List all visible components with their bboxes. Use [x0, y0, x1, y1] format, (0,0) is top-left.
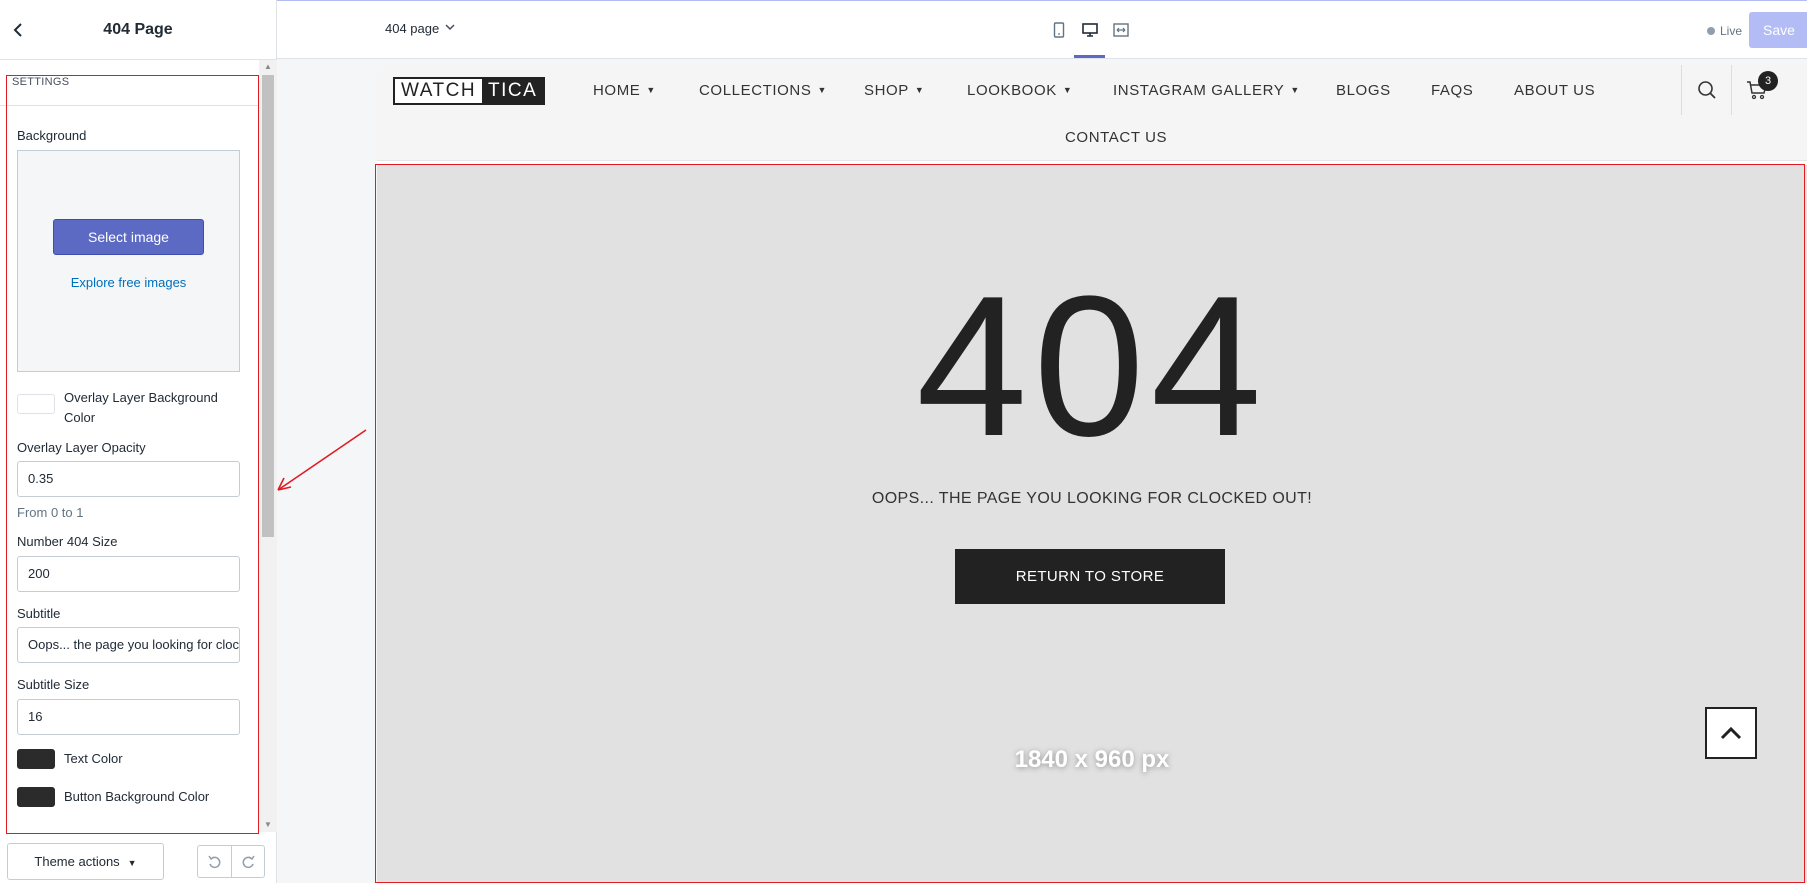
mobile-icon: [1053, 22, 1064, 38]
live-status: Live: [1707, 24, 1742, 38]
store-cart-button[interactable]: 3: [1731, 65, 1781, 115]
full-width-view-button[interactable]: [1105, 1, 1136, 59]
background-image-picker: Select image Explore free images: [17, 149, 240, 372]
mobile-view-button[interactable]: [1043, 1, 1074, 59]
nav-item-contact-us[interactable]: CONTACT US: [1065, 129, 1167, 146]
chevron-down-icon: ▼: [914, 85, 925, 95]
overlay-opacity-label: Overlay Layer Opacity: [17, 439, 146, 455]
image-placeholder-size: 1840 x 960 px: [1014, 746, 1170, 773]
nav-item-blogs[interactable]: BLOGS: [1336, 82, 1391, 99]
overlay-color-label: Overlay Layer Background Color: [64, 389, 218, 425]
nav-item-about-us[interactable]: ABOUT US: [1514, 82, 1595, 99]
chevron-down-icon: ▼: [646, 85, 656, 95]
background-label: Background: [17, 128, 87, 143]
text-color-setting: Text Color: [17, 748, 242, 769]
404-number: 404: [916, 255, 1268, 478]
settings-section-heading: SETTINGS: [0, 60, 277, 106]
editor-topbar: 404 page Live Save: [277, 0, 1807, 59]
nav-item-label: INSTAGRAM GALLERY: [1113, 82, 1285, 99]
undo-icon: [207, 855, 220, 868]
nav-item-label: CONTACT US: [1065, 129, 1168, 146]
page-selector[interactable]: 404 page: [385, 21, 455, 36]
nav-item-collections[interactable]: COLLECTIONS ▼: [699, 82, 827, 99]
button-bg-color-setting: Button Background Color: [17, 786, 242, 807]
explore-free-images-link[interactable]: Explore free images: [71, 275, 187, 290]
sidebar-header: 404 Page: [0, 0, 276, 60]
theme-actions-button[interactable]: Theme actions ▼: [7, 843, 164, 880]
overlay-opacity-help: From 0 to 1: [17, 505, 84, 521]
subtitle-size-label: Subtitle Size: [17, 677, 90, 693]
nav-item-instagram-gallery[interactable]: INSTAGRAM GALLERY ▼: [1113, 82, 1300, 99]
logo-text-right: TICA: [482, 79, 544, 103]
settings-sidebar: 404 Page SETTINGS Background Select imag…: [0, 0, 277, 883]
subtitle-size-input[interactable]: 16: [17, 698, 240, 735]
nav-item-lookbook[interactable]: LOOKBOOK ▼: [967, 82, 1072, 99]
number-size-input[interactable]: 200: [17, 555, 240, 592]
nav-item-faqs[interactable]: FAQS: [1431, 82, 1473, 99]
nav-item-home[interactable]: HOME ▼: [593, 82, 656, 99]
chevron-down-icon: ▼: [1062, 85, 1073, 95]
search-icon: [1697, 81, 1716, 99]
undo-button[interactable]: [198, 846, 231, 877]
text-color-swatch[interactable]: [17, 748, 55, 769]
404-subtitle: OOPS... THE PAGE YOU LOOKING FOR CLOCKED…: [871, 490, 1313, 507]
save-button[interactable]: Save: [1749, 12, 1807, 48]
live-label: Live: [1720, 24, 1743, 38]
store-preview: WATCH TICA HOME ▼ COLLECTIONS ▼ SHOP ▼ LOOK…: [377, 65, 1807, 883]
nav-item-label: LOOKBOOK: [967, 82, 1057, 99]
theme-editor: 404 Page SETTINGS Background Select imag…: [0, 0, 1807, 883]
chevron-left-icon: [13, 22, 22, 37]
undo-redo-group: [197, 845, 265, 878]
number-size-label: Number 404 Size: [17, 534, 118, 550]
nav-item-shop[interactable]: SHOP ▼: [864, 82, 924, 99]
annotation-arrow-icon: [277, 429, 367, 491]
caret-down-icon: ▼: [127, 858, 137, 868]
desktop-view-button[interactable]: [1074, 1, 1105, 59]
nav-item-label: COLLECTIONS: [699, 82, 812, 99]
chevron-down-icon: ▼: [1290, 85, 1300, 95]
store-search-button[interactable]: [1681, 65, 1731, 115]
overlay-color-swatch[interactable]: [17, 393, 55, 414]
button-bg-color-swatch[interactable]: [17, 786, 55, 807]
store-header: WATCH TICA HOME ▼ COLLECTIONS ▼ SHOP ▼ LOOK…: [377, 65, 1807, 161]
overlay-opacity-input[interactable]: 0.35: [17, 461, 240, 498]
return-to-store-button[interactable]: RETURN TO STORE: [955, 549, 1225, 604]
text-color-label: Text Color: [64, 750, 123, 766]
scroll-down-arrow-icon[interactable]: ▼: [259, 818, 277, 832]
settings-panel: SETTINGS Background Select image Explore…: [0, 60, 277, 840]
logo-text-left: WATCH: [395, 79, 483, 103]
desktop-icon: [1081, 23, 1098, 37]
back-to-top-button[interactable]: [1705, 707, 1757, 759]
back-button[interactable]: [0, 0, 36, 60]
subtitle-input[interactable]: Oops... the page you looking for clocked…: [17, 627, 240, 664]
sidebar-footer: Theme actions ▼: [0, 840, 277, 883]
cart-count-badge: 3: [1758, 71, 1778, 91]
nav-item-label: ABOUT US: [1514, 82, 1596, 99]
scroll-up-arrow-icon[interactable]: ▲: [259, 60, 277, 74]
chevron-down-icon: ▼: [817, 85, 827, 95]
nav-item-label: HOME: [593, 82, 641, 99]
nav-item-label: SHOP: [864, 82, 909, 99]
chevron-down-icon: [445, 23, 455, 34]
nav-item-label: FAQS: [1431, 82, 1474, 99]
chevron-up-icon: [1720, 726, 1742, 740]
redo-icon: [242, 855, 255, 868]
theme-actions-label: Theme actions: [34, 854, 120, 869]
nav-item-label: BLOGS: [1336, 82, 1391, 99]
full-width-icon: [1112, 23, 1129, 37]
404-hero: 404 OOPS... THE PAGE YOU LOOKING FOR CLO…: [377, 165, 1807, 883]
subtitle-label: Subtitle: [17, 605, 61, 621]
page-selector-label: 404 page: [385, 21, 440, 36]
sidebar-title: 404 Page: [103, 20, 173, 38]
store-logo[interactable]: WATCH TICA: [393, 77, 546, 105]
button-bg-color-label: Button Background Color: [64, 788, 210, 804]
live-dot-icon: [1707, 27, 1715, 35]
device-toggle: [1043, 1, 1136, 59]
select-image-button[interactable]: Select image: [53, 218, 204, 255]
redo-button[interactable]: [231, 846, 264, 877]
overlay-color-setting: Overlay Layer Background Color: [17, 388, 242, 428]
